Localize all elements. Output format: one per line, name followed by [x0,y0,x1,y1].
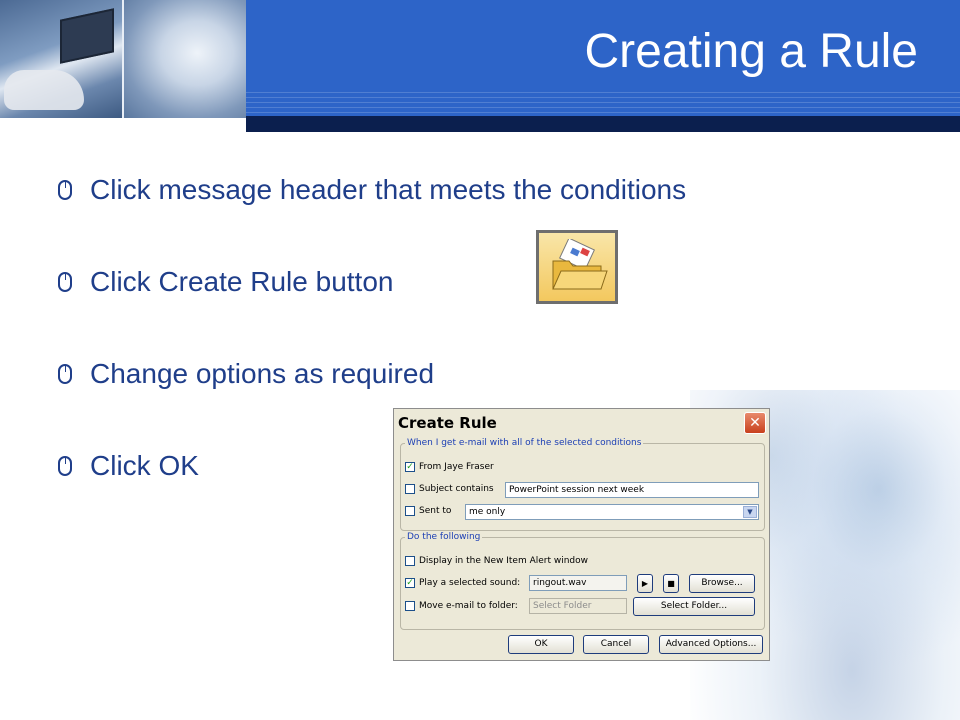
folder-input: Select Folder [529,598,627,614]
sound-file-input[interactable]: ringout.wav [529,575,627,591]
sent-to-label: Sent to [419,506,452,516]
stop-icon[interactable]: ■ [663,574,679,593]
move-checkbox[interactable] [405,601,415,611]
from-row[interactable]: ✓ From Jaye Fraser [405,462,494,472]
create-rule-dialog: Create Rule ✕ When I get e-mail with all… [393,408,770,661]
cancel-button[interactable]: Cancel [583,635,649,654]
from-checkbox[interactable]: ✓ [405,462,415,472]
hand-image [4,70,84,110]
sent-to-value: me only [469,507,506,517]
play-icon[interactable]: ▶ [637,574,653,593]
sent-to-select[interactable]: me only ▼ [465,504,759,520]
alert-label: Display in the New Item Alert window [419,556,589,566]
sent-to-checkbox[interactable] [405,506,415,516]
bullet-item: Click message header that meets the cond… [58,144,686,236]
mouse-photo [124,0,246,118]
chevron-down-icon[interactable]: ▼ [743,506,757,518]
subject-checkbox[interactable] [405,484,415,494]
create-rule-button[interactable] [536,230,618,304]
sound-checkbox[interactable]: ✓ [405,578,415,588]
bullet-text: Change options as required [90,358,435,389]
laptop-photo [0,0,124,118]
ok-button[interactable]: OK [508,635,574,654]
subject-row[interactable]: Subject contains [405,484,494,494]
move-row[interactable]: Move e-mail to folder: [405,601,518,611]
conditions-group: When I get e-mail with all of the select… [400,438,765,531]
select-folder-button[interactable]: Select Folder... [633,597,755,616]
slide-title: Creating a Rule [584,25,918,78]
subject-input[interactable]: PowerPoint session next week [505,482,759,498]
sent-to-row[interactable]: Sent to [405,506,451,516]
laptop-image [60,8,114,64]
mouse-icon [58,272,72,292]
advanced-options-button[interactable]: Advanced Options... [659,635,763,654]
create-rule-folder-icon [552,239,608,290]
subject-label: Subject contains [419,484,494,494]
header-photo [0,0,246,118]
bullet-item: Change options as required [58,328,686,420]
close-icon[interactable]: ✕ [744,412,766,434]
actions-group: Do the following Display in the New Item… [400,532,765,630]
sound-row[interactable]: ✓ Play a selected sound: [405,578,520,588]
from-label: From Jaye Fraser [419,462,494,472]
header-dark-band [246,116,960,132]
sound-label: Play a selected sound: [419,578,521,588]
actions-legend: Do the following [405,532,483,542]
dialog-title: Create Rule [398,414,497,432]
mouse-icon [58,364,72,384]
conditions-legend: When I get e-mail with all of the select… [405,438,644,448]
bullet-text: Click message header that meets the cond… [90,174,687,205]
bullet-text: Click Create Rule button [90,266,394,297]
alert-checkbox[interactable] [405,556,415,566]
alert-row[interactable]: Display in the New Item Alert window [405,556,588,566]
move-label: Move e-mail to folder: [419,601,518,611]
mouse-icon [58,456,72,476]
mouse-icon [58,180,72,200]
header-lines [246,88,960,114]
browse-button[interactable]: Browse... [689,574,755,593]
bullet-text: Click OK [90,450,199,481]
